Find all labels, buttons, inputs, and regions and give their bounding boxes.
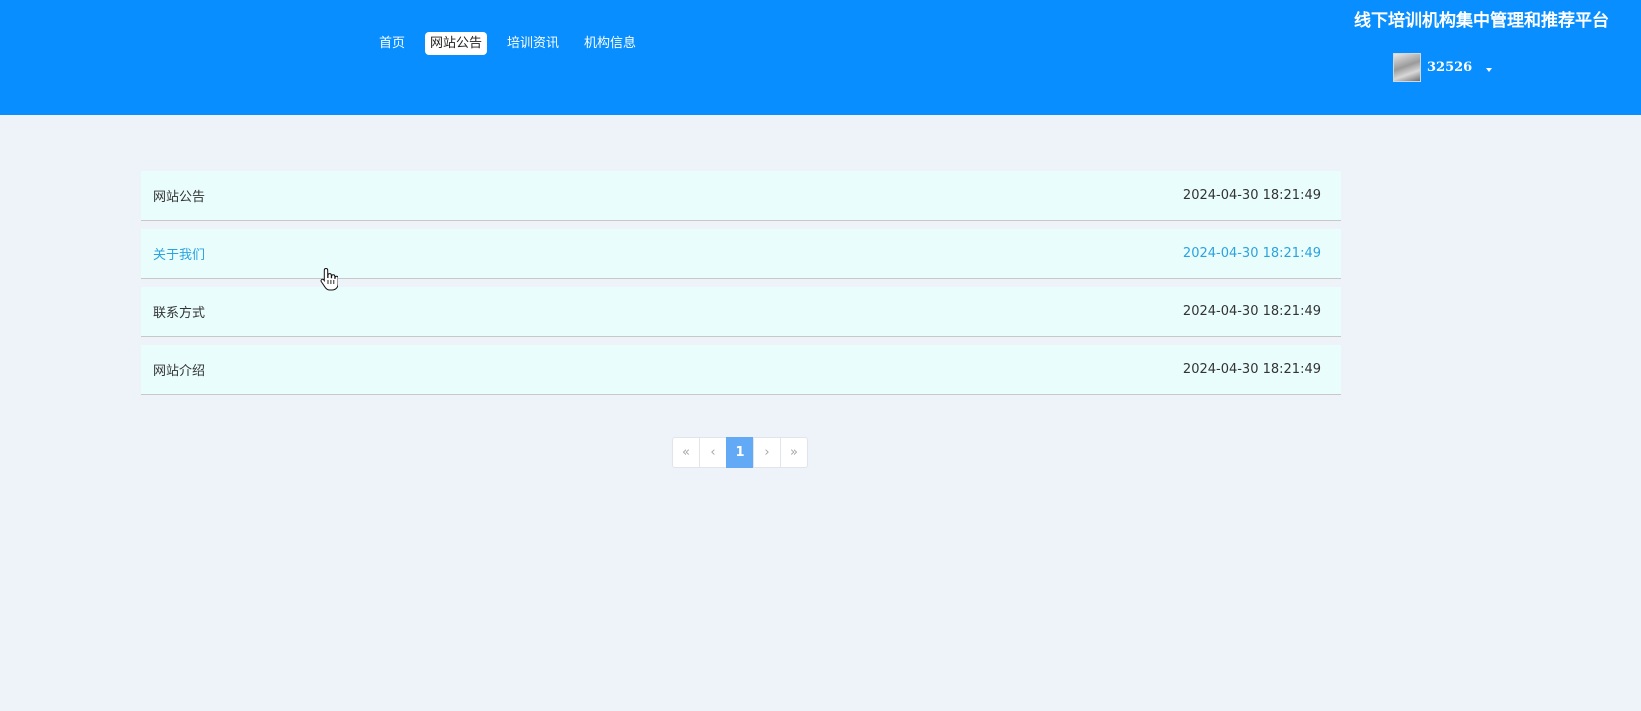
list-item[interactable]: 网站公告 2024-04-30 18:21:49 — [141, 171, 1341, 221]
list-item[interactable]: 联系方式 2024-04-30 18:21:49 — [141, 287, 1341, 337]
top-header: 首页 网站公告 培训资讯 机构信息 线下培训机构集中管理和推荐平台 32526 — [0, 0, 1641, 115]
item-title: 网站介绍 — [153, 364, 206, 379]
pagination: « ‹ 1 › » — [672, 437, 808, 468]
last-page-button[interactable]: » — [780, 437, 808, 468]
item-date: 2024-04-30 18:21:49 — [1182, 304, 1321, 319]
hand-pointer-icon — [320, 267, 338, 291]
main-nav: 首页 网站公告 培训资讯 机构信息 — [374, 32, 656, 55]
first-page-button[interactable]: « — [672, 437, 700, 468]
item-date: 2024-04-30 18:21:49 — [1182, 246, 1321, 261]
nav-announcements[interactable]: 网站公告 — [425, 32, 488, 55]
current-page-button[interactable]: 1 — [726, 437, 754, 468]
nav-home[interactable]: 首页 — [374, 32, 410, 55]
site-title: 线下培训机构集中管理和推荐平台 — [1354, 11, 1609, 31]
item-title: 联系方式 — [153, 306, 206, 321]
username: 32526 — [1427, 60, 1473, 75]
user-avatar — [1393, 53, 1421, 82]
next-page-button[interactable]: › — [753, 437, 781, 468]
nav-institution-info[interactable]: 机构信息 — [579, 32, 641, 55]
item-date: 2024-04-30 18:21:49 — [1182, 362, 1321, 377]
user-menu[interactable]: 32526 — [1393, 53, 1493, 82]
nav-training-news[interactable]: 培训资讯 — [502, 32, 564, 55]
item-title: 网站公告 — [153, 190, 206, 205]
caret-down-icon — [1486, 67, 1493, 72]
item-date: 2024-04-30 18:21:49 — [1182, 188, 1321, 203]
list-item[interactable]: 网站介绍 2024-04-30 18:21:49 — [141, 345, 1341, 395]
prev-page-button[interactable]: ‹ — [699, 437, 727, 468]
item-title: 关于我们 — [153, 248, 206, 263]
